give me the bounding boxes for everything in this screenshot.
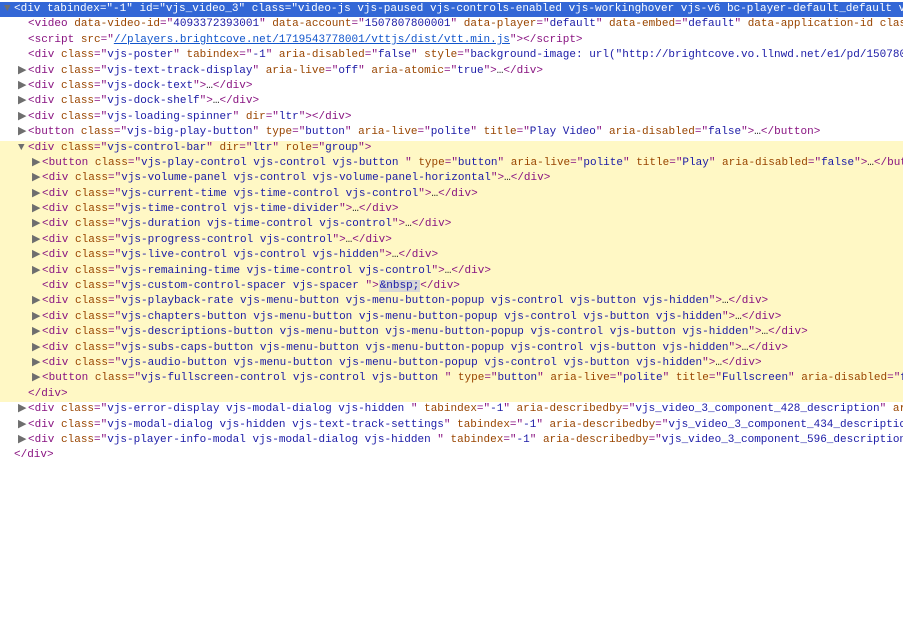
- dom-node-descriptions[interactable]: ▶<div class="vjs-descriptions-button vjs…: [0, 325, 903, 340]
- expand-arrow-icon[interactable]: ▶: [32, 341, 42, 356]
- expand-arrow-icon[interactable]: ▶: [32, 217, 42, 232]
- dom-node-dock-text[interactable]: ▶<div class="vjs-dock-text">…</div>: [0, 79, 903, 94]
- no-arrow: [18, 48, 28, 63]
- expand-arrow-icon[interactable]: ▶: [18, 402, 28, 417]
- expand-arrow-icon[interactable]: ▶: [18, 79, 28, 94]
- dom-node-remaining[interactable]: ▶<div class="vjs-remaining-time vjs-time…: [0, 264, 903, 279]
- dom-node-big-play[interactable]: ▶<button class="vjs-big-play-button" typ…: [0, 125, 903, 140]
- no-arrow: [18, 33, 28, 48]
- dom-node-track-settings[interactable]: ▶<div class="vjs-modal-dialog vjs-hidden…: [0, 418, 903, 433]
- expand-arrow-icon[interactable]: ▶: [18, 64, 28, 79]
- expand-arrow-icon[interactable]: ▶: [32, 171, 42, 186]
- dom-node-play-control[interactable]: ▶<button class="vjs-play-control vjs-con…: [0, 156, 903, 171]
- expand-arrow-icon[interactable]: ▶: [32, 310, 42, 325]
- dom-node-error-display[interactable]: ▶<div class="vjs-error-display vjs-modal…: [0, 402, 903, 417]
- nbsp-entity: &nbsp;: [379, 280, 421, 292]
- expand-arrow-icon[interactable]: ▶: [32, 156, 42, 171]
- expand-arrow-icon[interactable]: ▶: [18, 110, 28, 125]
- expand-arrow-icon[interactable]: ▶: [32, 187, 42, 202]
- expand-arrow-icon[interactable]: ▶: [32, 248, 42, 263]
- dom-node-subs-caps[interactable]: ▶<div class="vjs-subs-caps-button vjs-me…: [0, 341, 903, 356]
- expand-arrow-icon[interactable]: ▶: [32, 264, 42, 279]
- dom-node-live[interactable]: ▶<div class="vjs-live-control vjs-contro…: [0, 248, 903, 263]
- dom-node-script[interactable]: <script src="//players.brightcove.net/17…: [0, 33, 903, 48]
- dom-node-spacer[interactable]: <div class="vjs-custom-control-spacer vj…: [0, 279, 903, 294]
- expand-arrow-icon[interactable]: ▼: [4, 2, 14, 17]
- dom-node-chapters[interactable]: ▶<div class="vjs-chapters-button vjs-men…: [0, 310, 903, 325]
- expand-arrow-icon[interactable]: ▼: [18, 141, 28, 156]
- dom-node-duration[interactable]: ▶<div class="vjs-duration vjs-time-contr…: [0, 217, 903, 232]
- script-src-link[interactable]: //players.brightcove.net/1719543778001/v…: [114, 34, 510, 46]
- dom-node-video[interactable]: <video data-video-id="4093372393001" dat…: [0, 17, 903, 32]
- dom-node-player-info[interactable]: ▶<div class="vjs-player-info-modal vjs-m…: [0, 433, 903, 448]
- expand-arrow-icon[interactable]: ▶: [18, 433, 28, 448]
- dom-node-audio[interactable]: ▶<div class="vjs-audio-button vjs-menu-b…: [0, 356, 903, 371]
- dom-node-loading[interactable]: ▶<div class="vjs-loading-spinner" dir="l…: [0, 110, 903, 125]
- dom-node-poster[interactable]: <div class="vjs-poster" tabindex="-1" ar…: [0, 48, 903, 63]
- dom-node-text-track[interactable]: ▶<div class="vjs-text-track-display" ari…: [0, 64, 903, 79]
- dom-node-control-bar-close[interactable]: </div>: [0, 387, 903, 402]
- dom-node-dock-shelf[interactable]: ▶<div class="vjs-dock-shelf">…</div>: [0, 94, 903, 109]
- dom-node-playback-rate[interactable]: ▶<div class="vjs-playback-rate vjs-menu-…: [0, 294, 903, 309]
- expand-arrow-icon[interactable]: ▶: [32, 233, 42, 248]
- dom-node-progress[interactable]: ▶<div class="vjs-progress-control vjs-co…: [0, 233, 903, 248]
- expand-arrow-icon[interactable]: ▶: [32, 325, 42, 340]
- no-arrow: [4, 448, 14, 463]
- no-arrow: [18, 387, 28, 402]
- no-arrow: [32, 279, 42, 294]
- dom-node-control-bar[interactable]: ▼<div class="vjs-control-bar" dir="ltr" …: [0, 141, 903, 156]
- expand-arrow-icon[interactable]: ▶: [18, 418, 28, 433]
- dom-node-root[interactable]: ▼<div tabindex="-1" id="vjs_video_3" cla…: [0, 2, 903, 17]
- dom-node-current-time[interactable]: ▶<div class="vjs-current-time vjs-time-c…: [0, 187, 903, 202]
- dom-node-root-close[interactable]: </div>: [0, 448, 903, 463]
- dom-node-time-divider[interactable]: ▶<div class="vjs-time-control vjs-time-d…: [0, 202, 903, 217]
- expand-arrow-icon[interactable]: ▶: [32, 371, 42, 386]
- expand-arrow-icon[interactable]: ▶: [32, 202, 42, 217]
- expand-arrow-icon[interactable]: ▶: [32, 356, 42, 371]
- expand-arrow-icon[interactable]: ▶: [18, 125, 28, 140]
- no-arrow: [18, 17, 28, 32]
- expand-arrow-icon[interactable]: ▶: [18, 94, 28, 109]
- dom-node-volume[interactable]: ▶<div class="vjs-volume-panel vjs-contro…: [0, 171, 903, 186]
- dom-node-fullscreen[interactable]: ▶<button class="vjs-fullscreen-control v…: [0, 371, 903, 386]
- expand-arrow-icon[interactable]: ▶: [32, 294, 42, 309]
